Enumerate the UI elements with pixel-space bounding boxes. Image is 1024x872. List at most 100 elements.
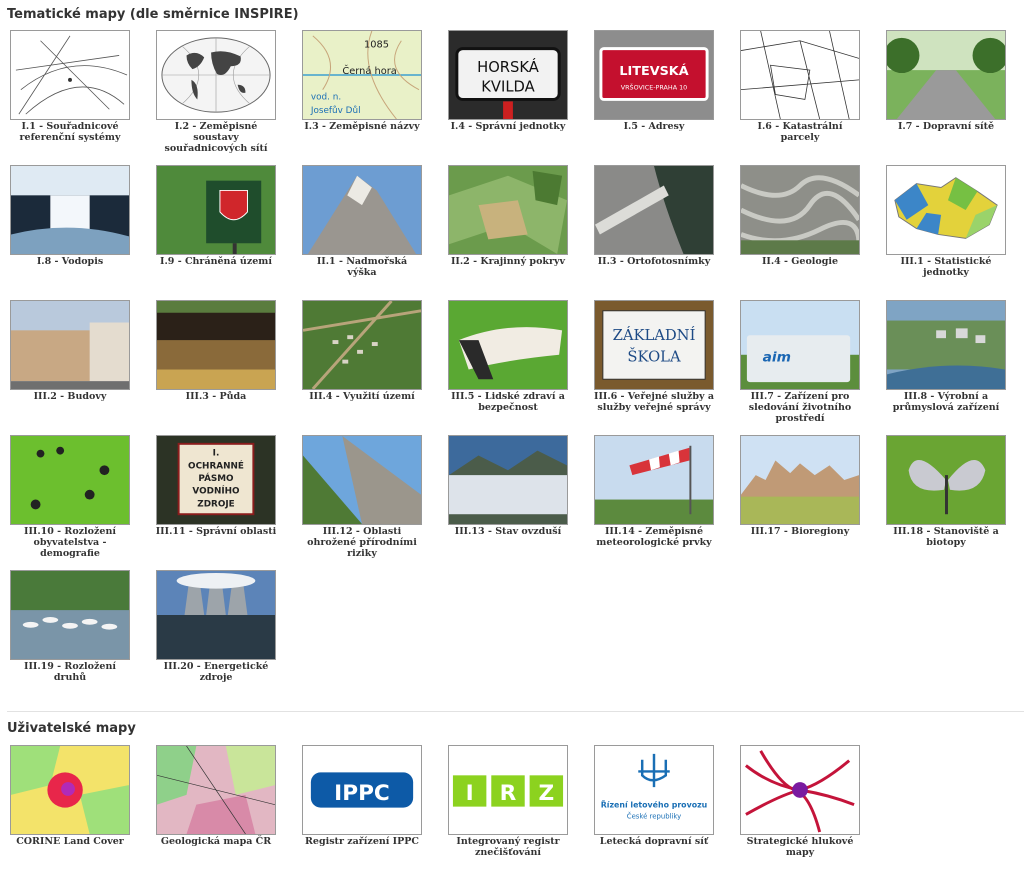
- noise-map-icon[interactable]: [740, 745, 860, 835]
- tile-label: Geologická mapa ČR: [160, 836, 272, 847]
- rock-icon[interactable]: [740, 165, 860, 255]
- butterfly-icon[interactable]: [886, 435, 1006, 525]
- thematic-tile-iii-18-stanoviste-a-biotopy[interactable]: III.18 - Stanoviště a biotopy: [883, 435, 1009, 548]
- tile-label: III.13 - Stav ovzduší: [454, 526, 562, 537]
- user-tile-integrovany-registr-znecistovani[interactable]: I R Z Integrovaný registr znečišťování: [445, 745, 571, 858]
- svg-text:PÁSMO: PÁSMO: [198, 472, 234, 484]
- tile-label: III.4 - Využití území: [309, 391, 415, 402]
- tile-label: III.8 - Výrobní a průmyslová zařízení: [892, 391, 1000, 413]
- thematic-tile-iii-20-energeticke-zdroje[interactable]: III.20 - Energetické zdroje: [153, 570, 279, 683]
- bioregion-icon[interactable]: [740, 435, 860, 525]
- people-icon[interactable]: [10, 435, 130, 525]
- svg-text:1085: 1085: [364, 40, 389, 51]
- svg-text:KVILDA: KVILDA: [481, 79, 534, 96]
- svg-text:IPPC: IPPC: [334, 781, 390, 806]
- thematic-tile-iii-10-rozlozeni-obyvatelstva-demografie[interactable]: III.10 - Rozložení obyvatelstva - demogr…: [7, 435, 133, 559]
- industry-icon[interactable]: [886, 300, 1006, 390]
- orthophoto-icon[interactable]: [594, 165, 714, 255]
- thematic-tile-iii-17-bioregiony[interactable]: III.17 - Bioregiony: [737, 435, 863, 537]
- thematic-tile-ii-1-nadmorska-vyska[interactable]: II.1 - Nadmořská výška: [299, 165, 425, 278]
- mountain-icon[interactable]: [302, 165, 422, 255]
- thematic-tile-iii-19-rozlozeni-druhu[interactable]: III.19 - Rozložení druhů: [7, 570, 133, 683]
- thematic-tile-iii-4-vyuziti-uzemi[interactable]: III.4 - Využití území: [299, 300, 425, 402]
- world-map-icon[interactable]: [156, 30, 276, 120]
- windsock-icon[interactable]: [594, 435, 714, 525]
- user-tile-letecka-dopravni-sit[interactable]: Řízení letového provozu České republiky Le…: [591, 745, 717, 847]
- svg-text:ŠKOLA: ŠKOLA: [627, 348, 681, 366]
- land-cover-icon[interactable]: [448, 165, 568, 255]
- aviation-logo-icon[interactable]: Řízení letového provozu České republiky: [594, 745, 714, 835]
- thematic-tile-i-8-vodopis[interactable]: I.8 - Vodopis: [7, 165, 133, 267]
- birds-icon[interactable]: [10, 570, 130, 660]
- tile-label: III.1 - Statistické jednotky: [900, 256, 992, 278]
- station-icon[interactable]: aim: [740, 300, 860, 390]
- thematic-tile-iii-5-lidske-zdravi-a-bezpecnost[interactable]: III.5 - Lidské zdraví a bezpečnost: [445, 300, 571, 413]
- tile-label: I.6 - Katastrální parcely: [757, 121, 843, 143]
- thematic-tile-iii-14-zemepisne-meteorologicke-prvky[interactable]: III.14 - Zeměpisné meteorologické prvky: [591, 435, 717, 548]
- power-plant-icon[interactable]: [156, 570, 276, 660]
- thematic-tile-ii-2-krajinny-pokryv[interactable]: II.2 - Krajinný pokryv: [445, 165, 571, 267]
- svg-text:ZDROJE: ZDROJE: [197, 499, 234, 509]
- tile-label: III.7 - Zařízení pro sledování životního…: [748, 391, 852, 424]
- thematic-tile-i-2-zemepisne-soustavy-souradnicovych-siti[interactable]: I.2 - Zeměpisné soustavy souřadnicových …: [153, 30, 279, 154]
- village-icon[interactable]: [302, 300, 422, 390]
- street-sign-icon[interactable]: LITEVSKÁ VRŠOVICE-PRAHA 10: [594, 30, 714, 120]
- thematic-tile-iii-1-statisticke-jednotky[interactable]: III.1 - Statistické jednotky: [883, 165, 1009, 278]
- road-icon[interactable]: [886, 30, 1006, 120]
- tile-label: CORINE Land Cover: [16, 836, 124, 847]
- sign-white-icon[interactable]: HORSKÁ KVILDA: [448, 30, 568, 120]
- thematic-tile-iii-8-vyrobni-a-prumyslova-zarizeni[interactable]: III.8 - Výrobní a průmyslová zařízení: [883, 300, 1009, 413]
- corine-map-icon[interactable]: [10, 745, 130, 835]
- thematic-tile-iii-13-stav-ovzdusi[interactable]: III.13 - Stav ovzduší: [445, 435, 571, 537]
- tile-label: III.14 - Zeměpisné meteorologické prvky: [596, 526, 712, 548]
- ippc-logo-icon[interactable]: IPPC: [302, 745, 422, 835]
- tile-label: III.12 - Oblasti ohrožené přírodními riz…: [307, 526, 417, 559]
- section-divider: [7, 711, 1024, 712]
- user-tile-corine-land-cover[interactable]: CORINE Land Cover: [7, 745, 133, 847]
- waterfall-icon[interactable]: [10, 165, 130, 255]
- geology-map-icon[interactable]: [156, 745, 276, 835]
- soil-icon[interactable]: [156, 300, 276, 390]
- irz-logo-icon[interactable]: I RZ: [448, 745, 568, 835]
- svg-text:Řízení letového provozu: Řízení letového provozu: [601, 799, 708, 810]
- thematic-tile-i-9-chranena-uzemi[interactable]: I.9 - Chráněná území: [153, 165, 279, 267]
- tile-label: III.19 - Rozložení druhů: [24, 661, 116, 683]
- tile-label: Integrovaný registr znečišťování: [456, 836, 560, 858]
- czech-map-icon[interactable]: [886, 165, 1006, 255]
- svg-text:OCHRANNÉ: OCHRANNÉ: [188, 459, 244, 471]
- tile-label: I.2 - Zeměpisné soustavy souřadnicových …: [164, 121, 268, 154]
- cast-icon[interactable]: [448, 300, 568, 390]
- user-tile-geologicka-mapa-cr[interactable]: Geologická mapa ČR: [153, 745, 279, 847]
- tile-label: II.3 - Ortofotosnímky: [597, 256, 711, 267]
- thematic-tile-iii-6-verejne-sluzby-a-sluzby-verejne-spravy[interactable]: ZÁKLADNÍ ŠKOLA III.6 - Veřejné služby a sl…: [591, 300, 717, 413]
- thematic-tile-i-5-adresy[interactable]: LITEVSKÁ VRŠOVICE-PRAHA 10 I.5 - Adresy: [591, 30, 717, 132]
- thematic-tile-i-6-katastralni-parcely[interactable]: I.6 - Katastrální parcely: [737, 30, 863, 143]
- thematic-tile-ii-3-ortofotosnimky[interactable]: II.3 - Ortofotosnímky: [591, 165, 717, 267]
- thematic-tile-iii-11-spravni-oblasti[interactable]: I. OCHRANNÉ PÁSMO VODNÍHO ZDROJE III.11 - Spr…: [153, 435, 279, 537]
- thematic-tile-iii-3-puda[interactable]: III.3 - Půda: [153, 300, 279, 402]
- tile-label: Registr zařízení IPPC: [305, 836, 419, 847]
- tile-label: III.11 - Správní oblasti: [155, 526, 277, 537]
- thematic-tile-i-1-souradnicove-referencni-systemy[interactable]: I.1 - Souřadnicové referenční systémy: [7, 30, 133, 143]
- thematic-tile-i-4-spravni-jednotky[interactable]: HORSKÁ KVILDA I.4 - Správní jednotky: [445, 30, 571, 132]
- svg-text:VRŠOVICE-PRAHA 10: VRŠOVICE-PRAHA 10: [621, 83, 687, 92]
- topo-map-icon[interactable]: 1085 Černá hora vod. n. Josefův Důl: [302, 30, 422, 120]
- thematic-tile-i-3-zemepisne-nazvy[interactable]: 1085 Černá hora vod. n. Josefův Důl I.3 - Ze…: [299, 30, 425, 132]
- buildings-icon[interactable]: [10, 300, 130, 390]
- thematic-tile-ii-4-geologie[interactable]: II.4 - Geologie: [737, 165, 863, 267]
- tile-label: I.8 - Vodopis: [36, 256, 104, 267]
- svg-text:Z: Z: [539, 781, 555, 806]
- user-tile-strategicke-hlukove-mapy[interactable]: Strategické hlukové mapy: [737, 745, 863, 858]
- thematic-tile-i-7-dopravni-site[interactable]: I.7 - Dopravní sítě: [883, 30, 1009, 132]
- clouds-icon[interactable]: [448, 435, 568, 525]
- thematic-tile-iii-2-budovy[interactable]: III.2 - Budovy: [7, 300, 133, 402]
- landslide-icon[interactable]: [302, 435, 422, 525]
- cadastral-icon[interactable]: [740, 30, 860, 120]
- thematic-tile-iii-12-oblasti-ohrozene-prirodnimi-riziky[interactable]: III.12 - Oblasti ohrožené přírodními riz…: [299, 435, 425, 559]
- coordinate-grid-icon[interactable]: [10, 30, 130, 120]
- school-sign-icon[interactable]: ZÁKLADNÍ ŠKOLA: [594, 300, 714, 390]
- water-sign-icon[interactable]: I. OCHRANNÉ PÁSMO VODNÍHO ZDROJE: [156, 435, 276, 525]
- user-tile-registr-zarizeni-ippc[interactable]: IPPC Registr zařízení IPPC: [299, 745, 425, 847]
- thematic-tile-iii-7-zarizeni-pro-sledovani-zivotniho-prostredi[interactable]: aim III.7 - Zařízení pro sledování životn…: [737, 300, 863, 424]
- protected-sign-icon[interactable]: [156, 165, 276, 255]
